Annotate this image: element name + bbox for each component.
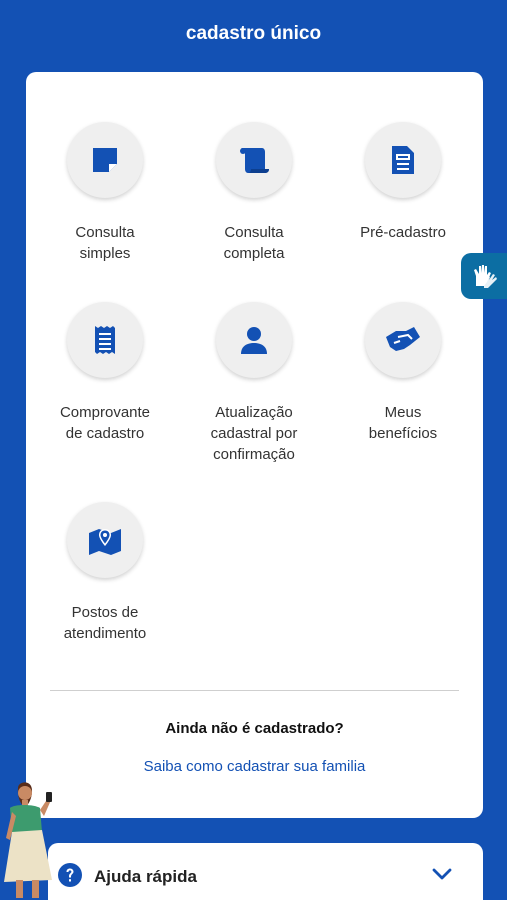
- tile-label: Postos de atendimento: [63, 604, 147, 642]
- signup-help-link[interactable]: Saiba como cadastrar sua familia: [26, 758, 483, 775]
- tile-atualizacao[interactable]: Atualização cadastral por confirmação: [179, 302, 329, 465]
- tile-consulta-simples[interactable]: Consulta simples: [30, 122, 180, 264]
- map-pin-icon: [89, 529, 121, 555]
- receipt-icon: [95, 326, 115, 354]
- tile-icon-circle: [216, 302, 292, 378]
- tile-icon-circle: [67, 302, 143, 378]
- tile-label: Pré-cadastro: [360, 224, 446, 241]
- tile-label: Atualização cadastral por confirmação: [210, 404, 298, 463]
- services-card: Consulta simples Consulta completa Pré-c…: [26, 72, 483, 818]
- form-document-icon: [392, 146, 414, 174]
- woman-illustration: [4, 782, 52, 898]
- scroll-icon: [240, 148, 269, 173]
- tile-icon-circle: [67, 502, 143, 578]
- vlibras-accessibility-button[interactable]: [461, 253, 507, 299]
- tile-label: Meus benefícios: [368, 404, 438, 442]
- chevron-down-icon[interactable]: [432, 867, 452, 881]
- handshake-icon: [386, 327, 420, 351]
- note-icon: [93, 148, 117, 172]
- tile-comprovante[interactable]: Comprovante de cadastro: [30, 302, 180, 444]
- sign-language-hands-icon: [474, 265, 497, 288]
- tile-icon-circle: [365, 302, 441, 378]
- tile-label: Consulta completa: [223, 224, 285, 262]
- signup-question: Ainda não é cadastrado?: [165, 720, 344, 737]
- tile-icon-circle: [67, 122, 143, 198]
- tile-consulta-completa[interactable]: Consulta completa: [179, 122, 329, 264]
- tile-postos[interactable]: Postos de atendimento: [30, 502, 180, 644]
- tile-label: Consulta simples: [75, 224, 135, 262]
- tile-icon-circle: [216, 122, 292, 198]
- quick-help-panel[interactable]: Ajuda rápida: [48, 843, 483, 900]
- question-circle-icon: [58, 863, 82, 887]
- tile-pre-cadastro[interactable]: Pré-cadastro: [328, 122, 478, 243]
- person-icon: [241, 327, 267, 354]
- tile-icon-circle: [365, 122, 441, 198]
- app-header: cadastro único: [0, 0, 507, 72]
- divider: [50, 690, 459, 691]
- tile-label: Comprovante de cadastro: [59, 404, 151, 442]
- page-title: cadastro único: [185, 23, 322, 44]
- tile-meus-beneficios[interactable]: Meus benefícios: [328, 302, 478, 444]
- quick-help-label: Ajuda rápida: [94, 867, 197, 886]
